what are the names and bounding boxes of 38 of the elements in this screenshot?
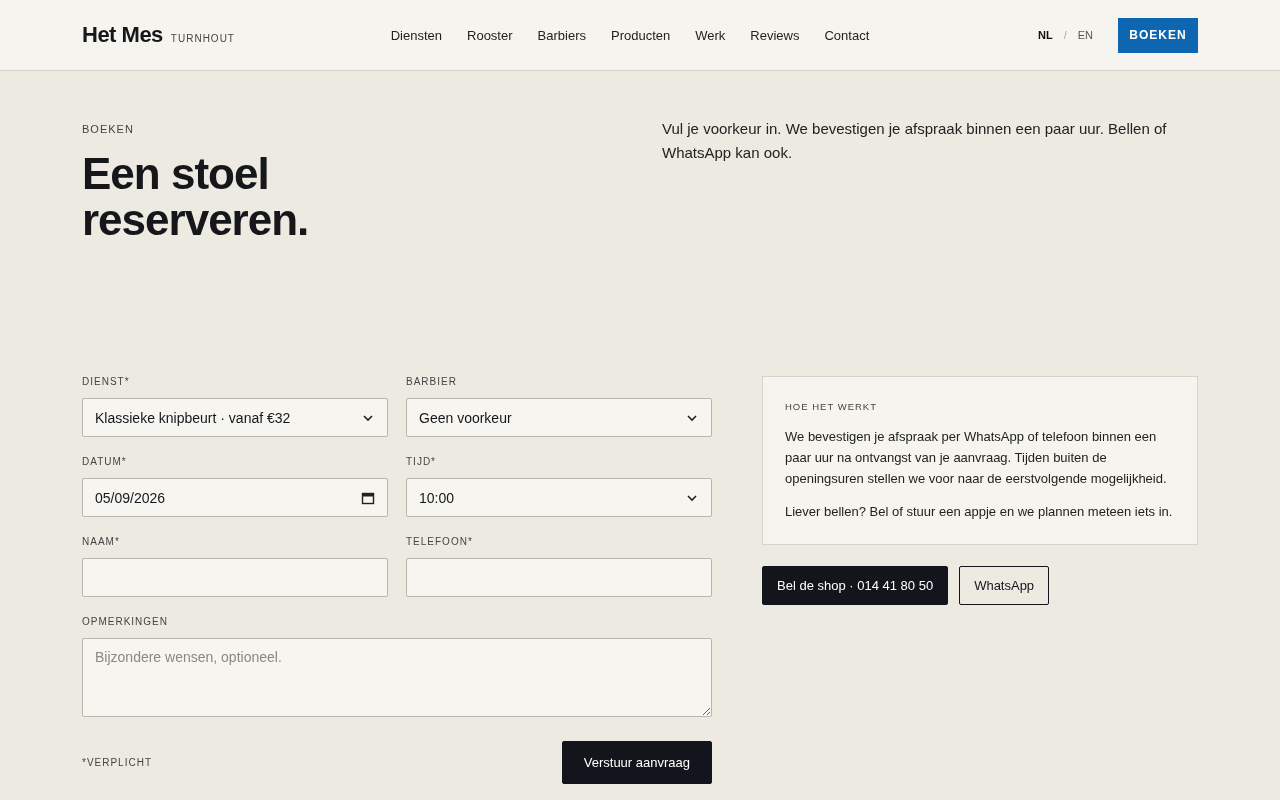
whatsapp-button[interactable]: WhatsApp xyxy=(959,566,1050,605)
calendar-icon xyxy=(361,490,375,505)
card-text: Liever bellen? Bel of stuur een appje en we plannen meteen iets in. xyxy=(785,503,1174,521)
field-label: TELEFOON* xyxy=(406,536,474,548)
text-area[interactable]: Bijzondere wensen, optioneel. xyxy=(82,638,712,717)
nav-link[interactable]: Contact xyxy=(824,27,870,43)
language-separator: / xyxy=(1063,29,1067,41)
call-button[interactable]: Bel de shop · 014 41 80 50 xyxy=(762,566,949,605)
submit-button[interactable]: Verstuur aanvraag xyxy=(561,741,712,784)
nav-link[interactable]: Producten xyxy=(610,27,671,43)
date-field[interactable]: 05/09/2026 xyxy=(82,478,388,517)
nav-link[interactable]: Barbiers xyxy=(537,27,586,43)
brand-logo[interactable]: Het Mes xyxy=(82,22,163,48)
brand-city: TURNHOUT xyxy=(170,33,235,44)
field-label: NAAM* xyxy=(82,536,121,548)
nav-link[interactable]: Reviews xyxy=(750,27,800,43)
card-text: We bevestigen je afspraak per WhatsApp of telefoon binnen een paar uur na ontvangst van je aanvraag. Tijden buiten de openingsuren stellen we voor naar de eerstvolgende mogelijkheid. xyxy=(785,428,1168,488)
field-label: DATUM* xyxy=(82,456,128,468)
nav-link[interactable]: Werk xyxy=(695,27,726,43)
language-link[interactable]: NL xyxy=(1037,29,1053,41)
select-field[interactable]: Geen voorkeur xyxy=(406,398,712,437)
select-field[interactable]: 10:00 xyxy=(406,478,712,517)
field-label: OPMERKINGEN xyxy=(82,616,169,628)
field-label: DIENST* xyxy=(82,376,131,388)
intro-text: Vul je voorkeur in. We bevestigen je afspraak binnen een paar uur. Bellen of WhatsApp kan ook. xyxy=(662,119,1168,163)
required-note: *VERPLICHT xyxy=(82,757,152,768)
language-link[interactable]: EN xyxy=(1077,29,1093,41)
field-label: BARBIER xyxy=(406,376,458,388)
page-title: Een stoel reserveren. xyxy=(82,151,310,243)
field-label: TIJD* xyxy=(406,456,437,468)
card-heading: HOE HET WERKT xyxy=(785,401,878,412)
input-field[interactable] xyxy=(406,558,712,597)
input-field[interactable] xyxy=(82,558,388,597)
nav-link[interactable]: Rooster xyxy=(467,27,513,43)
book-button[interactable]: BOEKEN xyxy=(1118,17,1198,53)
select-field[interactable]: Klassieke knipbeurt · vanaf €32 xyxy=(82,398,388,437)
section-label: BOEKEN xyxy=(82,123,135,135)
nav-link[interactable]: Diensten xyxy=(390,27,442,43)
